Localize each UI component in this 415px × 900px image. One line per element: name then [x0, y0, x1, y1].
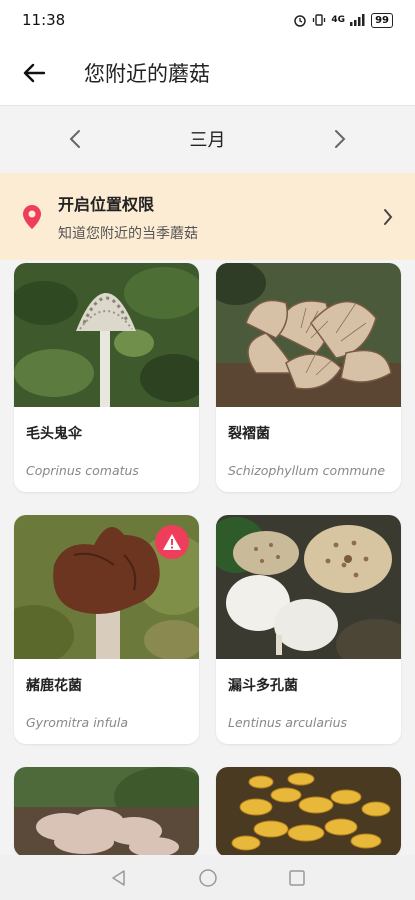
mushroom-latin-name: Lentinus arcularius [228, 715, 348, 730]
month-label: 三月 [189, 130, 226, 151]
prev-month-button[interactable] [60, 124, 90, 154]
nav-home-icon[interactable] [198, 868, 218, 888]
status-bar: 11:38 4G 99 [0, 0, 415, 40]
warning-icon [163, 534, 181, 550]
app-bar: 您附近的蘑菇 [0, 40, 415, 106]
mushroom-card[interactable] [216, 767, 401, 857]
mushroom-latin-name: Coprinus comatus [26, 463, 139, 478]
signal-icon [350, 14, 365, 26]
mushroom-latin-name: Schizophyllum commune [228, 463, 386, 478]
page-title: 您附近的蘑菇 [84, 62, 210, 86]
mushroom-photo [216, 263, 401, 407]
chevron-right-icon [335, 130, 346, 148]
chevron-left-icon [69, 130, 80, 148]
location-banner-subtitle: 知道您附近的当季蘑菇 [58, 225, 198, 242]
nav-recents-icon[interactable] [288, 869, 306, 887]
mushroom-card[interactable]: 毛头鬼伞 Coprinus comatus [14, 263, 199, 492]
location-banner-title: 开启位置权限 [58, 194, 155, 214]
location-pin-icon [23, 204, 41, 229]
mushroom-name: 裂褶菌 [228, 426, 270, 442]
back-button[interactable] [4, 40, 64, 106]
system-nav-bar [0, 855, 415, 900]
mushroom-latin-name: Gyromitra infula [26, 715, 129, 730]
mushroom-name: 毛头鬼伞 [26, 426, 82, 442]
network-label: 4G [331, 15, 346, 25]
mushroom-card[interactable]: 赭鹿花菌 Gyromitra infula [14, 515, 199, 744]
nav-back-icon[interactable] [110, 869, 128, 887]
battery-indicator: 99 [371, 12, 393, 28]
mushroom-card[interactable]: 漏斗多孔菌 Lentinus arcularius [216, 515, 401, 744]
next-month-button[interactable] [325, 124, 355, 154]
mushroom-photo [14, 515, 199, 659]
arrow-left-icon [23, 63, 45, 83]
mushroom-photo [14, 263, 199, 407]
mushroom-photo [216, 767, 401, 857]
mushroom-card[interactable] [14, 767, 199, 857]
toxic-warning-badge [155, 525, 189, 559]
chevron-right-icon [384, 208, 393, 225]
mushroom-name: 漏斗多孔菌 [228, 678, 298, 694]
mushroom-photo [216, 515, 401, 659]
status-icons: 4G 99 [293, 12, 393, 28]
mushroom-photo [14, 767, 199, 857]
alarm-icon [294, 15, 307, 27]
location-permission-banner[interactable]: 开启位置权限 知道您附近的当季蘑菇 [0, 173, 415, 260]
mushroom-card[interactable]: 裂褶菌 Schizophyllum commune [216, 263, 401, 492]
vibrate-icon [313, 14, 326, 26]
month-selector: 三月 [0, 106, 415, 172]
status-time: 11:38 [22, 11, 66, 29]
mushroom-name: 赭鹿花菌 [26, 678, 82, 694]
